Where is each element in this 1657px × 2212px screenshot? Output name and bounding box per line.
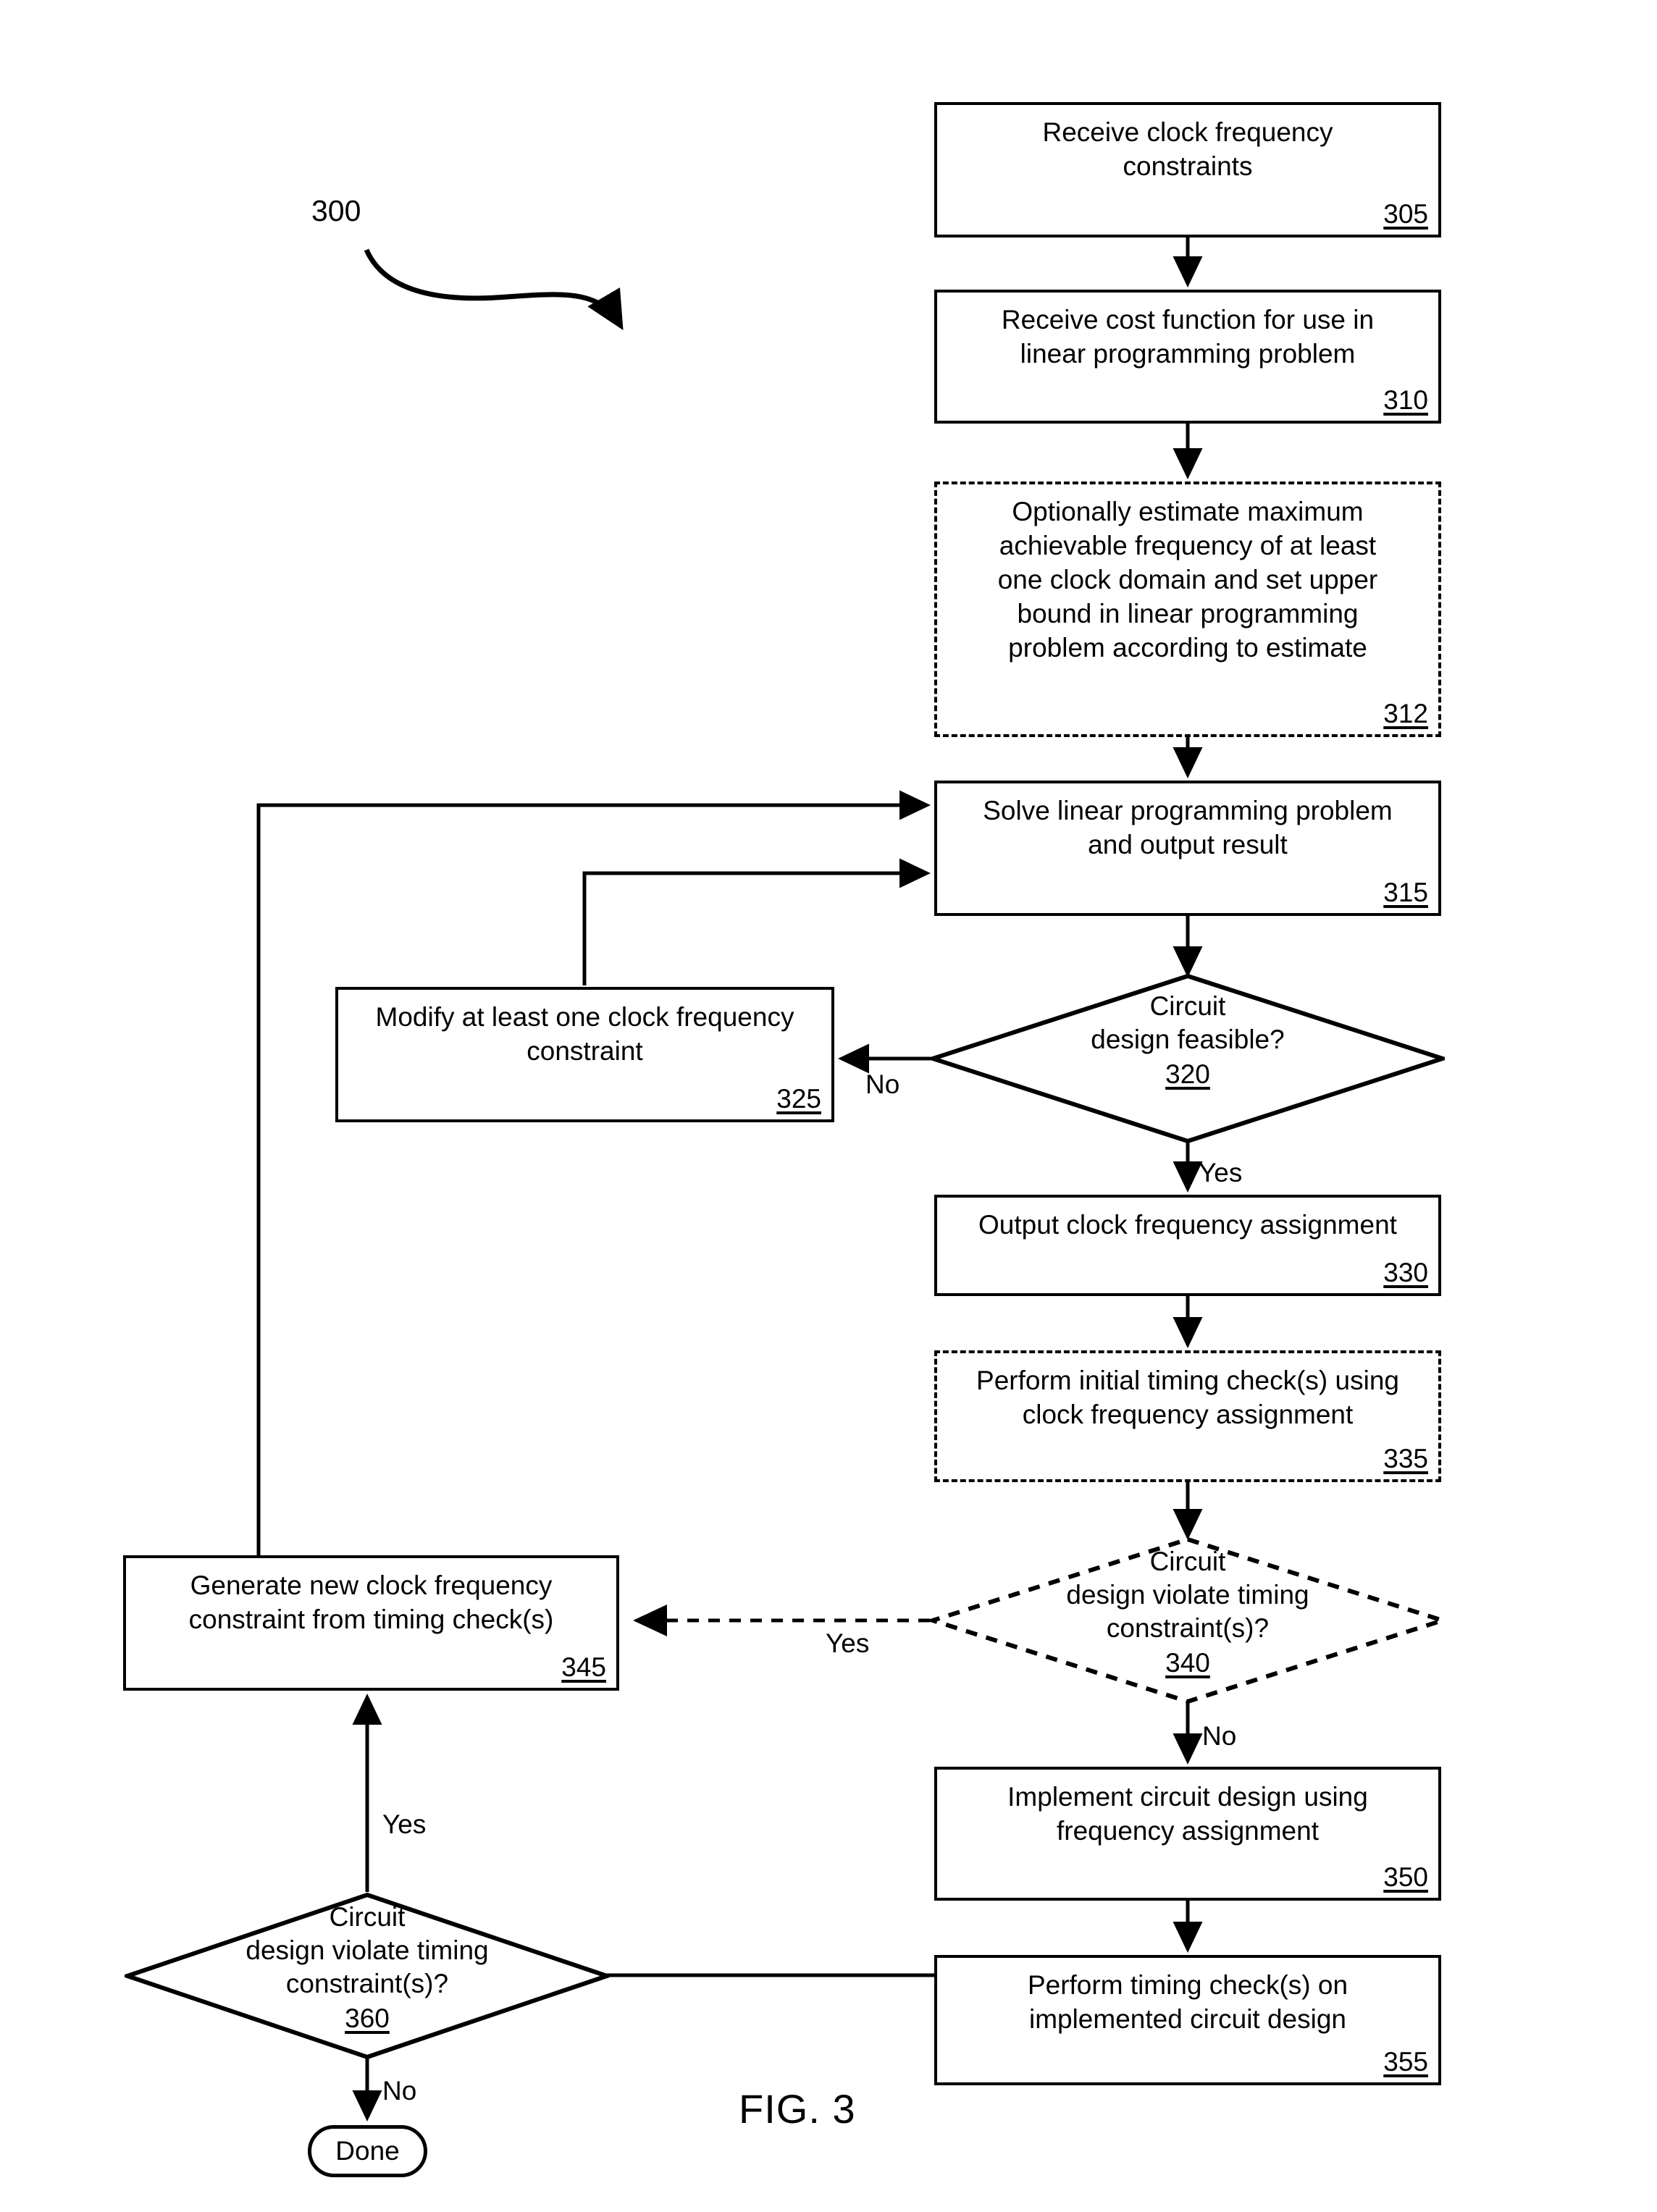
terminal-done-label: Done — [335, 2136, 400, 2166]
decision-diamond-360: Circuit design violate timing constraint… — [120, 1892, 614, 2060]
process-box-305-text: Receive clock frequency constraints — [1042, 117, 1333, 181]
edge-label-320-no: No — [865, 1069, 900, 1099]
process-box-325: Modify at least one clock frequency cons… — [335, 987, 834, 1122]
decision-diamond-360-ref: 360 — [345, 2003, 390, 2033]
process-box-345-text: Generate new clock frequency constraint … — [188, 1570, 554, 1634]
process-box-305: Receive clock frequency constraints 305 — [934, 102, 1441, 237]
decision-diamond-340: Circuit design violate timing constraint… — [926, 1536, 1450, 1704]
process-box-330-ref: 330 — [1383, 1258, 1428, 1287]
process-box-330-text: Output clock frequency assignment — [978, 1210, 1397, 1240]
optional-process-box-335-text: Perform initial timing check(s) using cl… — [976, 1366, 1399, 1429]
edge-label-340-no: No — [1202, 1721, 1237, 1751]
process-box-325-ref: 325 — [776, 1084, 821, 1114]
optional-process-box-335: Perform initial timing check(s) using cl… — [934, 1350, 1441, 1482]
process-box-315-ref: 315 — [1383, 878, 1428, 907]
process-box-350-ref: 350 — [1383, 1862, 1428, 1892]
edge-label-340-yes: Yes — [826, 1628, 870, 1658]
optional-process-box-335-ref: 335 — [1383, 1444, 1428, 1473]
process-box-350-text: Implement circuit design using frequency… — [1007, 1782, 1368, 1846]
edge-345-to-315 — [256, 790, 931, 1555]
edge-325-to-315 — [582, 858, 931, 985]
reference-300-leader — [364, 248, 624, 331]
process-box-325-text: Modify at least one clock frequency cons… — [375, 1002, 794, 1066]
process-box-310-text: Receive cost function for use in linear … — [1001, 305, 1375, 369]
process-box-355: Perform timing check(s) on implemented c… — [934, 1955, 1441, 2085]
process-box-355-text: Perform timing check(s) on implemented c… — [1027, 1970, 1348, 2034]
decision-diamond-320-text: Circuit design feasible? — [1091, 991, 1285, 1054]
edge-label-360-yes: Yes — [382, 1809, 427, 1839]
process-box-345-ref: 345 — [561, 1652, 606, 1682]
terminal-done: Done — [308, 2125, 427, 2177]
optional-process-box-312-text: Optionally estimate maximum achievable f… — [997, 497, 1378, 663]
process-box-330: Output clock frequency assignment 330 — [934, 1195, 1441, 1296]
figure-caption: FIG. 3 — [739, 2086, 856, 2132]
decision-diamond-320-ref: 320 — [1165, 1059, 1210, 1089]
edge-label-360-no: No — [382, 2076, 417, 2106]
process-box-315: Solve linear programming problem and out… — [934, 781, 1441, 916]
process-box-310: Receive cost function for use in linear … — [934, 290, 1441, 424]
optional-process-box-312-ref: 312 — [1383, 699, 1428, 728]
decision-diamond-340-ref: 340 — [1165, 1648, 1210, 1678]
edge-label-320-yes: Yes — [1199, 1158, 1243, 1187]
process-box-345: Generate new clock frequency constraint … — [123, 1555, 619, 1691]
optional-process-box-312: Optionally estimate maximum achievable f… — [934, 481, 1441, 737]
reference-numeral-300: 300 — [311, 194, 361, 227]
process-box-350: Implement circuit design using frequency… — [934, 1767, 1441, 1901]
process-box-305-ref: 305 — [1383, 199, 1428, 229]
process-box-310-ref: 310 — [1383, 385, 1428, 415]
decision-diamond-360-text: Circuit design violate timing constraint… — [246, 1902, 489, 1998]
process-box-355-ref: 355 — [1383, 2047, 1428, 2077]
decision-diamond-320: Circuit design feasible? 320 — [926, 973, 1450, 1144]
decision-diamond-340-text: Circuit design violate timing constraint… — [1066, 1547, 1309, 1643]
flowchart-canvas: Receive clock frequency constraints 305 … — [0, 0, 1657, 2212]
process-box-315-text: Solve linear programming problem and out… — [983, 796, 1393, 859]
